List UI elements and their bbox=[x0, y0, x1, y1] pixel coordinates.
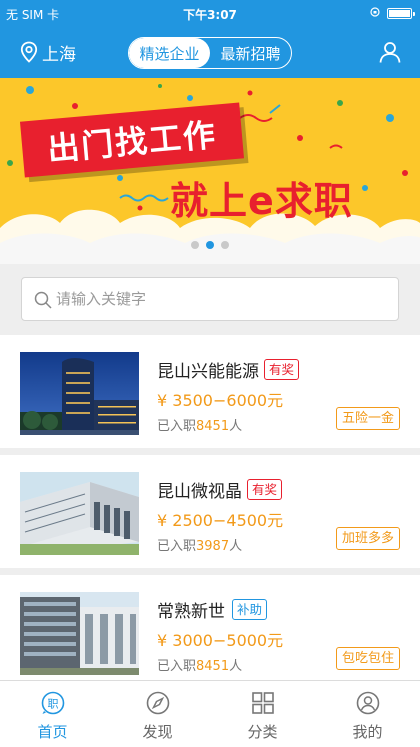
banner-slogan: 就上e求职 bbox=[170, 179, 353, 223]
tab-mine[interactable]: 我的 bbox=[315, 681, 420, 747]
tab-discover-label: 发现 bbox=[142, 723, 173, 741]
header: 无 SIM 卡 下午3:07 上海 精选企业 最新招聘 bbox=[0, 0, 420, 78]
company-card[interactable]: 昆山微视晶 有奖 ¥ 2500−4500元 已入职3987人 加班多多 bbox=[0, 455, 420, 568]
company-name: 昆山微视晶 bbox=[157, 482, 242, 502]
salary-range: ¥ 3000−5000元 bbox=[157, 627, 283, 651]
company-tag-award: 有奖 bbox=[264, 359, 300, 380]
company-tag-award: 有奖 bbox=[247, 479, 283, 500]
rotation-lock-icon bbox=[370, 7, 380, 17]
nav-bar: 上海 精选企业 最新招聘 bbox=[0, 26, 420, 78]
salary-unit: 元 bbox=[267, 511, 284, 530]
profile-icon bbox=[356, 691, 379, 715]
tab-category[interactable]: 分类 bbox=[210, 681, 315, 747]
joined-count: 已入职3987人 bbox=[157, 535, 242, 554]
company-image bbox=[20, 352, 139, 435]
benefit-badge: 包吃包住 bbox=[335, 647, 400, 670]
status-time: 下午3:07 bbox=[183, 8, 237, 22]
joined-prefix: 已入职 bbox=[157, 659, 197, 674]
search-icon bbox=[34, 291, 52, 309]
salary-value: ¥ 3500−6000 bbox=[157, 391, 268, 410]
grid-icon bbox=[251, 692, 274, 714]
tab-discover[interactable]: 发现 bbox=[105, 681, 210, 747]
user-icon[interactable] bbox=[378, 40, 402, 64]
location-pin-icon bbox=[20, 41, 38, 63]
carousel-dot[interactable] bbox=[221, 241, 229, 249]
search-input[interactable] bbox=[56, 278, 386, 320]
banner-sign-text: 出门找工作 bbox=[45, 115, 219, 169]
location-selector[interactable]: 上海 bbox=[20, 40, 76, 65]
joined-prefix: 已入职 bbox=[157, 539, 197, 554]
tab-category-label: 分类 bbox=[247, 723, 278, 741]
location-label: 上海 bbox=[42, 44, 76, 65]
tab-mine-label: 我的 bbox=[352, 723, 383, 741]
segment-latest-jobs[interactable]: 最新招聘 bbox=[210, 38, 291, 68]
carousel-indicator bbox=[0, 241, 420, 249]
company-name: 昆山兴能能源 bbox=[157, 362, 259, 382]
salary-value: ¥ 3000−5000 bbox=[157, 631, 268, 650]
salary-unit: 元 bbox=[267, 391, 284, 410]
company-image bbox=[20, 472, 139, 555]
salary-range: ¥ 3500−6000元 bbox=[157, 387, 283, 411]
segment-control: 精选企业 最新招聘 bbox=[128, 37, 292, 69]
compass-icon bbox=[146, 691, 169, 715]
joined-suffix: 人 bbox=[229, 659, 243, 674]
company-tag-subsidy: 补助 bbox=[232, 599, 268, 620]
joined-number: 8451 bbox=[196, 659, 230, 674]
home-job-icon: 职 bbox=[41, 691, 64, 715]
joined-suffix: 人 bbox=[229, 539, 243, 554]
joined-count: 已入职8451人 bbox=[157, 655, 242, 674]
segment-featured-companies[interactable]: 精选企业 bbox=[129, 38, 210, 68]
company-list: 昆山兴能能源 有奖 ¥ 3500−6000元 已入职8451人 五险一金 昆山微… bbox=[0, 335, 420, 680]
app-screen: 无 SIM 卡 下午3:07 上海 精选企业 最新招聘 出门找工作 就上e求职 … bbox=[0, 0, 420, 747]
joined-number: 3987 bbox=[196, 539, 230, 554]
joined-count: 已入职8451人 bbox=[157, 415, 242, 434]
carousel-dot[interactable] bbox=[191, 241, 199, 249]
salary-value: ¥ 2500−4500 bbox=[157, 511, 268, 530]
salary-unit: 元 bbox=[267, 631, 284, 650]
carousel-dot-active[interactable] bbox=[206, 241, 214, 249]
svg-text:职: 职 bbox=[47, 698, 58, 711]
status-bar: 无 SIM 卡 下午3:07 bbox=[0, 0, 420, 26]
search-box[interactable] bbox=[21, 277, 399, 321]
promo-banner[interactable]: 出门找工作 就上e求职 bbox=[0, 78, 420, 264]
company-card[interactable]: 昆山兴能能源 有奖 ¥ 3500−6000元 已入职8451人 五险一金 bbox=[0, 335, 420, 448]
tab-home-label: 首页 bbox=[37, 723, 68, 741]
joined-number: 8451 bbox=[196, 419, 230, 434]
company-card[interactable]: 常熟新世 补助 ¥ 3000−5000元 已入职8451人 包吃包住 bbox=[0, 575, 420, 680]
search-section bbox=[0, 264, 420, 335]
company-image bbox=[20, 592, 139, 675]
benefit-badge: 五险一金 bbox=[335, 407, 400, 430]
joined-prefix: 已入职 bbox=[157, 419, 197, 434]
benefit-badge: 加班多多 bbox=[335, 527, 400, 550]
battery-icon bbox=[387, 8, 415, 19]
salary-range: ¥ 2500−4500元 bbox=[157, 507, 283, 531]
company-name: 常熟新世 bbox=[157, 602, 225, 622]
tab-bar: 职 首页 发现 分类 我的 bbox=[0, 680, 420, 747]
joined-suffix: 人 bbox=[229, 419, 243, 434]
tab-home[interactable]: 职 首页 bbox=[0, 681, 105, 747]
